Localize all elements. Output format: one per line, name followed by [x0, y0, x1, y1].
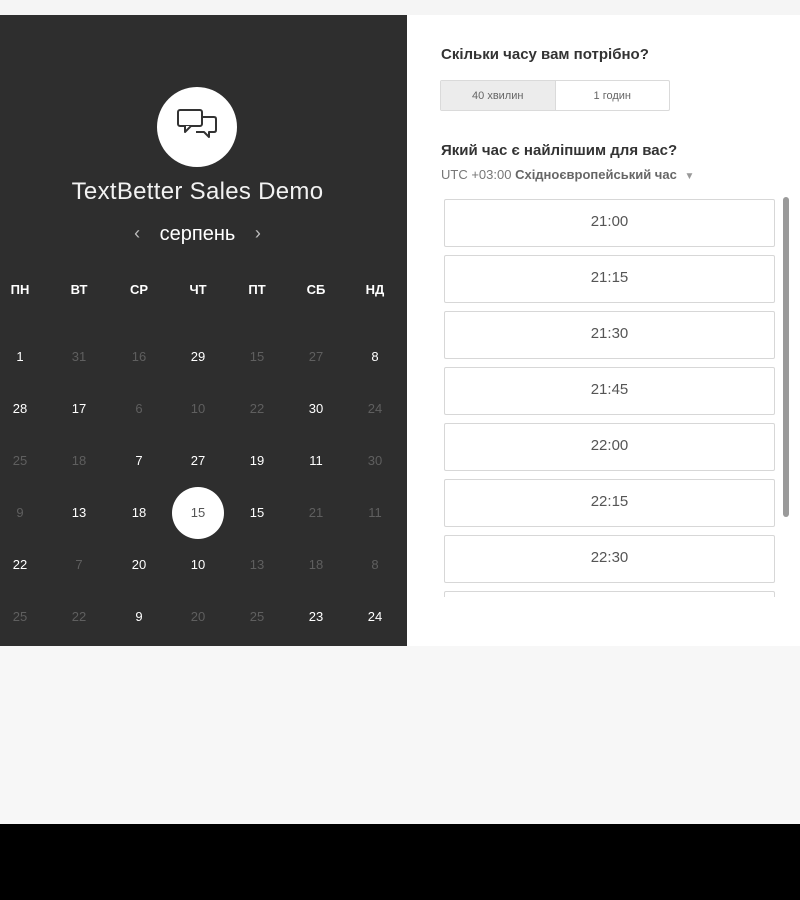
calendar-day: 27 — [308, 349, 324, 364]
calendar-day[interactable]: 23 — [296, 607, 336, 627]
calendar-day[interactable]: 15 — [237, 503, 277, 523]
calendar-day[interactable]: 13 — [59, 503, 99, 523]
calendar-day[interactable]: 22 — [0, 555, 40, 575]
calendar-day: 6 — [135, 401, 143, 416]
calendar-day: 7 — [75, 557, 83, 572]
time-question: Який час є найліпшим для вас? — [441, 142, 678, 159]
time-slot[interactable]: 21:15 — [444, 255, 775, 303]
duration-option-1hour[interactable]: 1 годин — [556, 81, 670, 110]
weekday-label: СБ — [306, 282, 326, 297]
calendar-day: 11 — [368, 505, 382, 520]
calendar-day: 8 — [371, 557, 379, 572]
time-slot[interactable]: 22:15 — [444, 479, 775, 527]
calendar-day: 25 — [12, 453, 28, 468]
calendar-day[interactable]: 11 — [296, 451, 336, 471]
calendar-day: 25 — [12, 609, 28, 624]
calendar-day: 10 — [190, 401, 206, 416]
calendar-day[interactable]: 1 — [0, 347, 40, 367]
time-slot[interactable] — [444, 591, 775, 597]
calendar-day: 22 — [249, 401, 265, 416]
calendar-day: 30 — [367, 453, 383, 468]
month-label: серпень — [159, 223, 236, 245]
calendar-day[interactable]: 10 — [178, 555, 218, 575]
scheduler-panel: Скільки часу вам потрібно? 40 хвилин 1 г… — [407, 15, 800, 646]
calendar-day[interactable]: 20 — [119, 555, 159, 575]
chat-bubbles-icon — [175, 108, 219, 147]
event-panel: TextBetter Sales Demo ‹ серпень › ПН ВТ СР… — [0, 15, 407, 646]
calendar-day[interactable]: 28 — [0, 399, 40, 419]
time-slot[interactable]: 21:00 — [444, 199, 775, 247]
calendar-day: 9 — [16, 505, 24, 520]
top-strip — [0, 0, 800, 15]
calendar-day: 24 — [367, 401, 383, 416]
time-slot-list: 21:00 21:15 21:30 21:45 22:00 22:15 22:30 — [444, 199, 775, 597]
duration-question: Скільки часу вам потрібно? — [441, 46, 649, 63]
scrollbar[interactable] — [783, 197, 789, 517]
weekday-label: СР — [129, 282, 149, 297]
weekday-label: ВТ — [70, 282, 88, 297]
time-slot[interactable]: 22:00 — [444, 423, 775, 471]
time-slot[interactable]: 21:30 — [444, 311, 775, 359]
calendar-day[interactable]: 7 — [119, 451, 159, 471]
calendar-day[interactable]: 27 — [178, 451, 218, 471]
timezone-name: Східноєвропейський час — [515, 167, 677, 182]
calendar-day[interactable]: 18 — [119, 503, 159, 523]
calendar-day[interactable]: 9 — [119, 607, 159, 627]
bottom-bar — [0, 824, 800, 900]
event-title: TextBetter Sales Demo — [71, 178, 324, 205]
weekday-label: ПН — [10, 282, 30, 297]
calendar-day[interactable]: 8 — [355, 347, 395, 367]
calendar-day[interactable]: 24 — [355, 607, 395, 627]
event-logo — [157, 87, 237, 167]
month-navigation: ‹ серпень › — [0, 223, 395, 246]
calendar-day: 18 — [308, 557, 324, 572]
weekday-label: НД — [365, 282, 385, 297]
duration-option-40min[interactable]: 40 хвилин — [441, 81, 556, 110]
timezone-offset: UTC +03:00 — [441, 167, 512, 182]
chevron-right-icon[interactable]: › — [247, 223, 269, 243]
calendar-day: 22 — [71, 609, 87, 624]
calendar-day: 18 — [71, 453, 87, 468]
calendar-day[interactable]: 17 — [59, 399, 99, 419]
chevron-left-icon[interactable]: ‹ — [126, 223, 148, 243]
calendar-day: 31 — [71, 349, 87, 364]
calendar-day: 21 — [308, 505, 324, 520]
calendar-day: 15 — [249, 349, 265, 364]
caret-down-icon: ▼ — [684, 171, 695, 182]
calendar-day: 13 — [249, 557, 265, 572]
time-slot[interactable]: 21:45 — [444, 367, 775, 415]
calendar-day: 25 — [249, 609, 265, 624]
calendar-day[interactable]: 29 — [178, 347, 218, 367]
calendar-day[interactable]: 19 — [237, 451, 277, 471]
calendar-day: 20 — [190, 609, 206, 624]
weekday-label: ЧТ — [189, 282, 207, 297]
calendar-day-selected[interactable]: 15 — [172, 487, 224, 539]
duration-selector: 40 хвилин 1 годин — [440, 80, 670, 111]
time-slot[interactable]: 22:30 — [444, 535, 775, 583]
weekday-label: ПТ — [248, 282, 266, 297]
timezone-selector[interactable]: UTC +03:00 Східноєвропейський час ▼ — [441, 167, 694, 182]
calendar-day: 16 — [131, 349, 147, 364]
calendar-day[interactable]: 30 — [296, 399, 336, 419]
